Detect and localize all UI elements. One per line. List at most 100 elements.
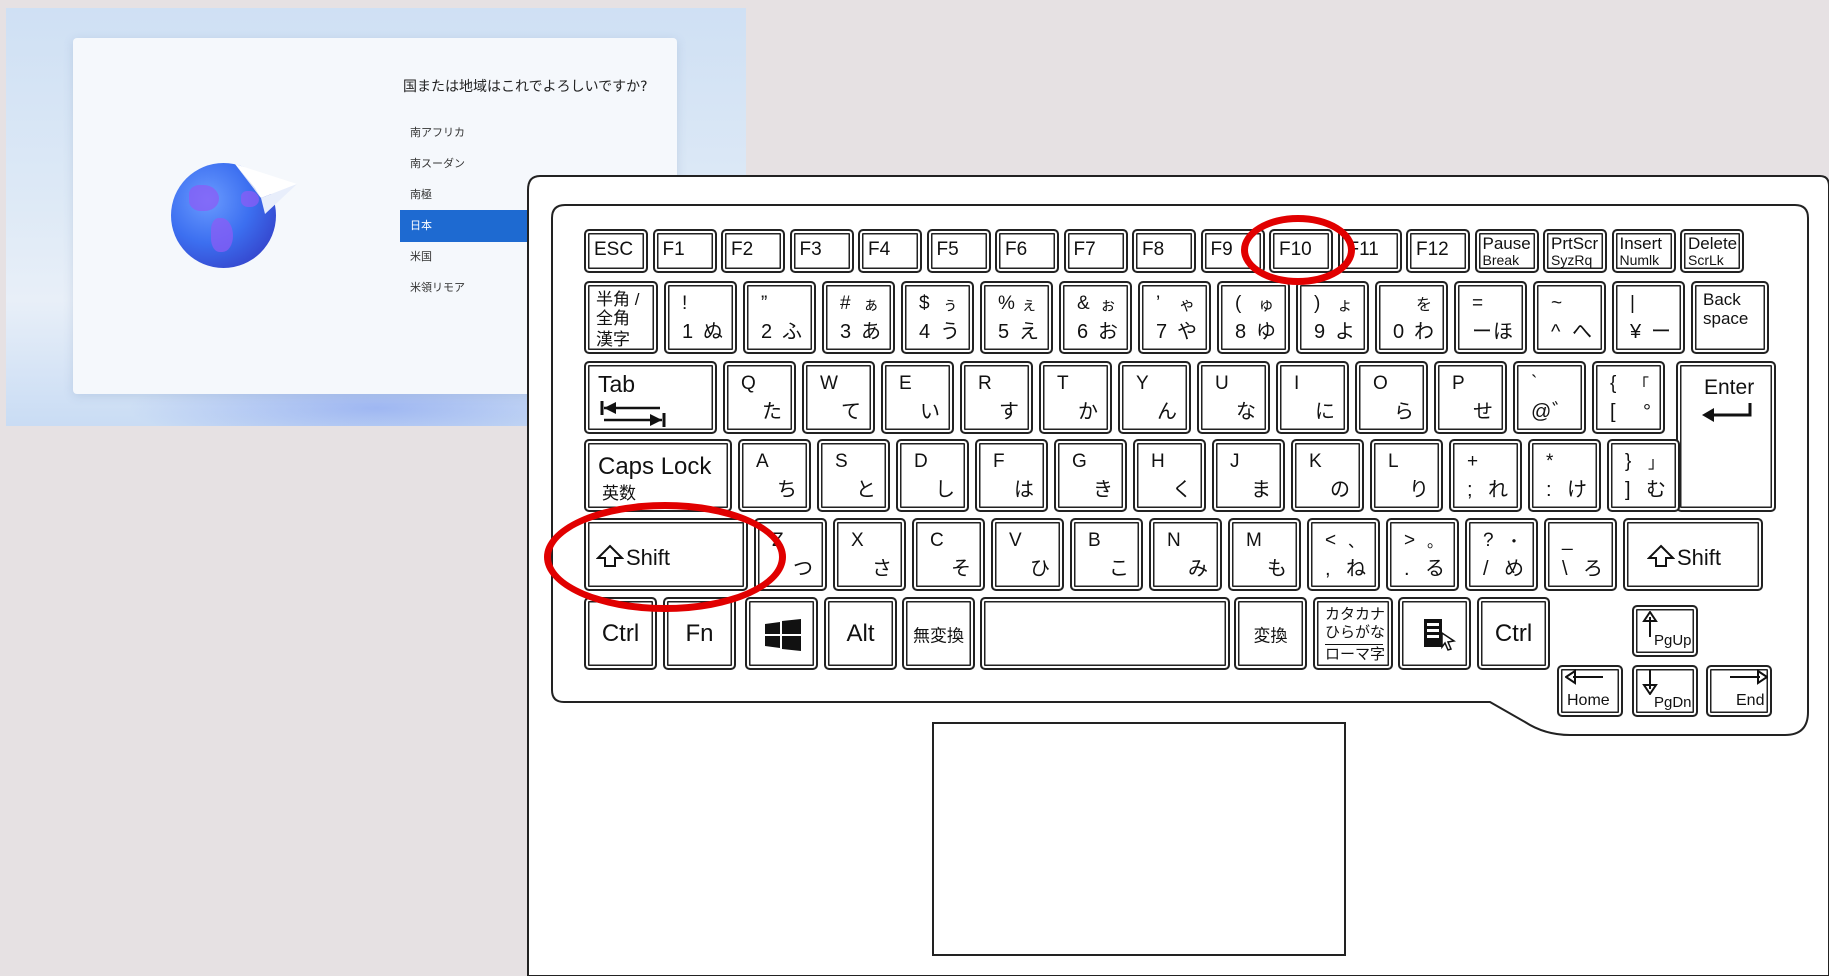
key-letter[interactable]: Uな: [1197, 361, 1270, 434]
key-insert[interactable]: Insert Numlk: [1611, 229, 1676, 273]
key-letter[interactable]: Bこ: [1070, 518, 1143, 591]
key-legend: り: [1409, 479, 1429, 501]
key-number[interactable]: $ ぅ 4 う: [901, 281, 974, 354]
key-f12[interactable]: F12: [1406, 229, 1470, 273]
key-legend: た: [762, 401, 782, 423]
key-legend: <: [1325, 530, 1337, 551]
touchpad[interactable]: [932, 722, 1346, 956]
key-legend: れ: [1488, 479, 1508, 501]
key-space[interactable]: [980, 597, 1230, 670]
key-windows[interactable]: [745, 597, 818, 670]
key-letter[interactable]: < 、, ね: [1307, 518, 1380, 591]
key-henkan[interactable]: 変換: [1234, 597, 1307, 670]
key-letter[interactable]: Rす: [960, 361, 1033, 434]
key-legend: B: [1088, 530, 1101, 551]
key-letter[interactable]: > 。. る: [1386, 518, 1459, 591]
key-legend: ^: [1551, 321, 1561, 343]
key-letter[interactable]: Xさ: [833, 518, 906, 591]
key-kana[interactable]: カタカナ ひらがな ローマ字: [1313, 597, 1393, 670]
key-letter[interactable]: Gき: [1054, 439, 1127, 512]
key-legend: よ: [1335, 321, 1355, 343]
key-legend: さ: [872, 558, 892, 580]
key-letter[interactable]: Tか: [1039, 361, 1112, 434]
key-letter[interactable]: Kの: [1291, 439, 1364, 512]
key-letter[interactable]: Eい: [881, 361, 954, 434]
key-f5[interactable]: F5: [926, 229, 991, 273]
country-item[interactable]: 南アフリカ: [400, 117, 690, 149]
key-legend: F7: [1073, 239, 1096, 260]
key-f8[interactable]: F8: [1132, 229, 1196, 273]
key-letter[interactable]: Vひ: [991, 518, 1064, 591]
key-letter[interactable]: Yん: [1118, 361, 1191, 434]
key-esc[interactable]: ESC: [584, 229, 648, 273]
key-number[interactable]: ) ょ 9 よ: [1296, 281, 1369, 354]
key-f1[interactable]: F1: [652, 229, 717, 273]
key-letter[interactable]: Hく: [1133, 439, 1206, 512]
key-number[interactable]: % ぇ 5 え: [980, 281, 1053, 354]
key-number[interactable]: ! 1 ぬ: [664, 281, 737, 354]
key-delete[interactable]: Delete ScrLk: [1680, 229, 1744, 273]
key-pgup[interactable]: PgUp: [1632, 605, 1698, 657]
key-letter[interactable]: Oら: [1355, 361, 1428, 434]
key-legend: あ: [861, 321, 881, 343]
key-letter[interactable]: _ \ ろ: [1544, 518, 1617, 591]
country-item[interactable]: 南スーダン: [400, 148, 690, 180]
key-number[interactable]: | ¥ ー: [1612, 281, 1685, 354]
key-backspace[interactable]: Back space: [1691, 281, 1769, 354]
key-number[interactable]: を0わ: [1375, 281, 1448, 354]
key-prtscr[interactable]: PrtScr SyzRq: [1543, 229, 1607, 273]
key-menu[interactable]: [1398, 597, 1471, 670]
key-letter[interactable]: } 」] む: [1607, 439, 1680, 512]
key-legend: Q: [741, 373, 756, 394]
key-letter[interactable]: Wて: [802, 361, 875, 434]
key-number[interactable]: ’ ゃ 7 や: [1138, 281, 1211, 354]
key-letter[interactable]: *: け: [1528, 439, 1601, 512]
key-legend: F12: [1416, 239, 1449, 260]
key-letter[interactable]: Sと: [817, 439, 890, 512]
key-f3[interactable]: F3: [789, 229, 854, 273]
key-enter[interactable]: Enter: [1676, 361, 1776, 512]
key-letter[interactable]: Mも: [1228, 518, 1301, 591]
key-legend: Insert: [1619, 234, 1663, 253]
key-letter[interactable]: Dし: [896, 439, 969, 512]
key-number[interactable]: = ーほ: [1454, 281, 1527, 354]
key-muhenkan[interactable]: 無変換: [902, 597, 975, 670]
key-number[interactable]: # ぁ 3 あ: [822, 281, 895, 354]
key-caps-lock[interactable]: Caps Lock 英数: [584, 439, 732, 512]
key-number[interactable]: (ゅ 8 ゆ: [1217, 281, 1290, 354]
key-f6[interactable]: F6: [995, 229, 1059, 273]
key-letter[interactable]: Cそ: [912, 518, 985, 591]
country-item[interactable]: 南極: [400, 179, 690, 211]
key-legend: Delete: [1688, 234, 1738, 253]
key-legend: Home: [1567, 692, 1610, 709]
key-letter[interactable]: ` @ ゛: [1513, 361, 1586, 434]
key-letter[interactable]: ? ・ / め: [1465, 518, 1538, 591]
key-end[interactable]: End: [1706, 665, 1772, 717]
key-f7[interactable]: F7: [1063, 229, 1128, 273]
key-tab[interactable]: Tab: [584, 361, 717, 434]
key-shift[interactable]: Shift: [1623, 518, 1763, 591]
key-f4[interactable]: F4: [858, 229, 922, 273]
key-number[interactable]: & ぉ 6 お: [1059, 281, 1132, 354]
key-letter[interactable]: {「 [°: [1592, 361, 1665, 434]
key-home[interactable]: Home: [1557, 665, 1623, 717]
key-letter[interactable]: +; れ: [1449, 439, 1522, 512]
key-ctrl-right[interactable]: Ctrl: [1477, 597, 1550, 670]
key-letter[interactable]: Fは: [975, 439, 1048, 512]
key-legend: ?: [1483, 530, 1494, 551]
key-letter[interactable]: Qた: [723, 361, 796, 434]
key-pgdn[interactable]: PgDn: [1632, 665, 1698, 717]
key-hankaku[interactable]: 半角 / 全角 漢字: [584, 281, 658, 354]
key-letter[interactable]: Nみ: [1149, 518, 1222, 591]
key-number[interactable]: ” 2 ふ: [743, 281, 816, 354]
key-f2[interactable]: F2: [721, 229, 785, 273]
key-pause[interactable]: Pause Break: [1474, 229, 1539, 273]
key-letter[interactable]: Pせ: [1434, 361, 1507, 434]
key-letter[interactable]: Jま: [1212, 439, 1285, 512]
key-letter[interactable]: Aち: [738, 439, 811, 512]
key-number[interactable]: ~ ^ へ: [1533, 281, 1606, 354]
key-alt[interactable]: Alt: [824, 597, 897, 670]
key-letter[interactable]: Lり: [1370, 439, 1443, 512]
key-legend: 半角 /: [596, 290, 640, 309]
key-letter[interactable]: Iに: [1276, 361, 1349, 434]
